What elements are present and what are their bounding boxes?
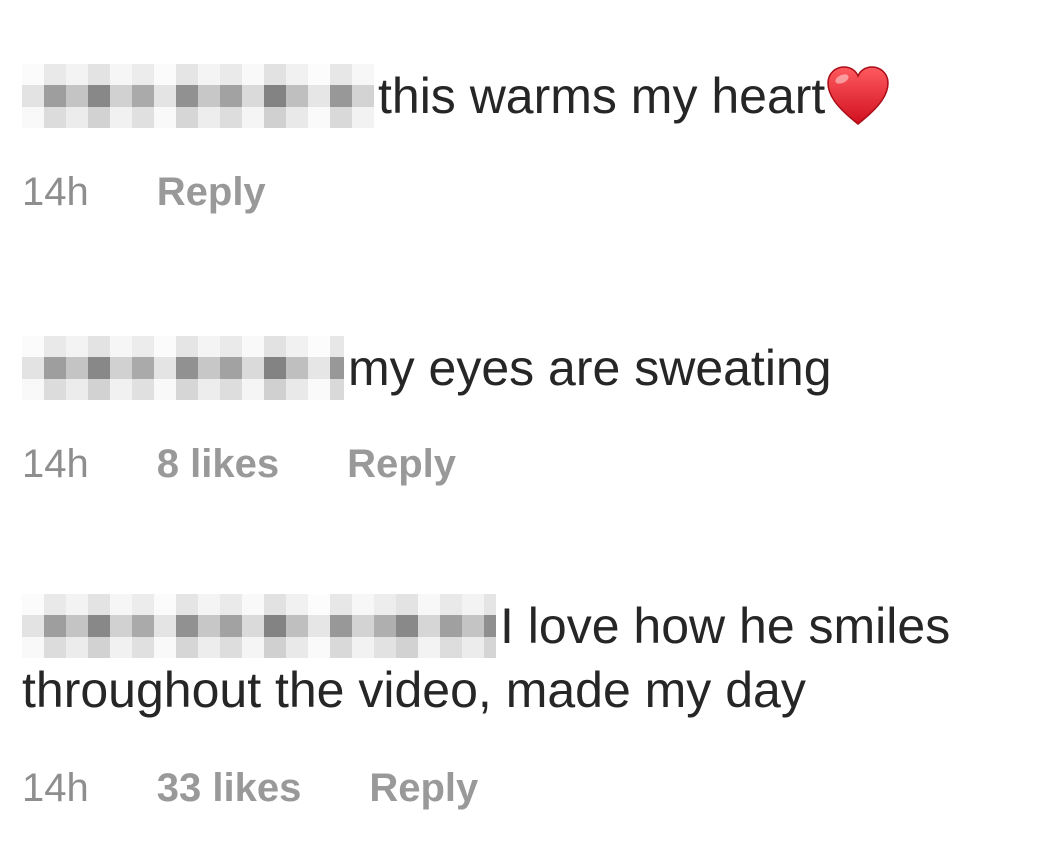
comment-text: my eyes are sweating xyxy=(348,340,832,396)
blurred-username[interactable] xyxy=(22,336,344,400)
comment-text: this warms my heart xyxy=(378,68,826,124)
reply-button[interactable]: Reply xyxy=(347,438,456,490)
comment: this warms my heart 14h Reply xyxy=(22,64,1022,218)
reply-button[interactable]: Reply xyxy=(369,762,478,814)
comment-body: this warms my heart xyxy=(22,64,1022,128)
reply-button[interactable]: Reply xyxy=(157,166,266,218)
comment-meta: 14h Reply xyxy=(22,166,1022,218)
comment-body: I love how he smiles throughout the vide… xyxy=(22,594,1022,722)
comment: my eyes are sweating 14h 8 likes Reply xyxy=(22,336,1022,490)
blurred-username[interactable] xyxy=(22,594,496,658)
comment-meta: 14h 33 likes Reply xyxy=(22,762,1022,814)
blurred-username[interactable] xyxy=(22,64,374,128)
likes-count[interactable]: 33 likes xyxy=(157,762,302,814)
comment-meta: 14h 8 likes Reply xyxy=(22,438,1022,490)
heart-icon xyxy=(825,64,891,128)
comment: I love how he smiles throughout the vide… xyxy=(22,594,1022,814)
comment-timestamp: 14h xyxy=(22,170,89,214)
comment-body: my eyes are sweating xyxy=(22,336,1022,400)
likes-count[interactable]: 8 likes xyxy=(157,438,279,490)
comment-timestamp: 14h xyxy=(22,766,89,810)
comment-timestamp: 14h xyxy=(22,442,89,486)
